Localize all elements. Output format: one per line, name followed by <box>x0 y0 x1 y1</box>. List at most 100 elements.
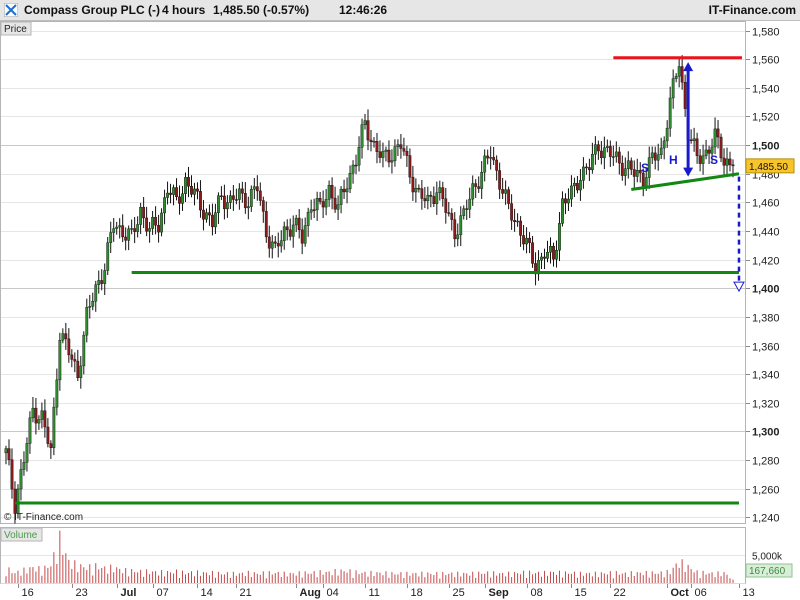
candle-body <box>31 407 35 419</box>
price-tick-label: 1,360 <box>752 342 780 354</box>
candle-body <box>142 206 146 219</box>
candle-body <box>432 196 436 204</box>
price-tick-label: 1,380 <box>752 313 780 325</box>
candle-body <box>426 194 430 202</box>
candle-body <box>549 245 552 253</box>
candle-body <box>543 256 546 259</box>
candle-body <box>118 225 122 228</box>
candle-body <box>106 242 110 271</box>
candle-body <box>513 220 517 222</box>
candle-body <box>602 147 606 158</box>
candle-body <box>492 157 496 161</box>
candle-body <box>671 78 675 99</box>
candle-body <box>211 214 214 228</box>
candle-body <box>579 180 582 191</box>
candle-body <box>617 151 621 164</box>
price-tick-label: 1,500 <box>752 141 780 153</box>
candle-body <box>611 156 615 158</box>
price-tick-label: 1,260 <box>752 485 780 497</box>
candle-body <box>468 198 472 210</box>
time-tick-label: 14 <box>201 587 213 599</box>
candle-body <box>258 190 262 201</box>
last-volume-tag-text: 167,660 <box>749 566 786 577</box>
candle-body <box>692 138 696 141</box>
candle-body <box>459 215 463 236</box>
candle-body <box>483 155 487 173</box>
time-tick-label: Jul <box>121 587 137 599</box>
head-label: H <box>669 153 678 167</box>
right-shoulder-label: S <box>710 153 718 167</box>
time-tick-label: Sep <box>489 587 509 599</box>
candle-body <box>372 141 376 143</box>
candle-body <box>91 301 95 307</box>
candle-body <box>593 144 597 155</box>
left-shoulder-label: S <box>641 161 649 175</box>
candle-body <box>43 410 47 428</box>
candle-body <box>270 241 274 249</box>
candle-body <box>522 235 525 245</box>
candle-body <box>318 198 322 202</box>
candle-body <box>151 216 154 229</box>
candle-body <box>225 202 229 210</box>
candle-body <box>112 228 116 233</box>
candle-body <box>635 169 639 177</box>
candle-body <box>243 193 247 209</box>
candle-body <box>507 189 511 204</box>
candle-body <box>306 211 310 226</box>
time-tick-label: 21 <box>240 587 252 599</box>
candle-body <box>16 488 20 514</box>
candle-body <box>411 176 415 193</box>
candle-body <box>378 151 382 158</box>
price-tick-label: 1,580 <box>752 27 780 39</box>
candle-body <box>100 280 104 284</box>
candle-body <box>79 365 83 379</box>
candle-body <box>7 448 11 460</box>
time-tick-label: 13 <box>743 587 755 599</box>
candle-body <box>222 195 226 210</box>
candle-body <box>354 164 358 167</box>
candle-body <box>390 160 394 163</box>
candle-body <box>282 226 286 241</box>
time-tick-label: 22 <box>614 587 626 599</box>
copyright-text: © IT-Finance.com <box>4 512 83 523</box>
candle-body <box>261 200 265 212</box>
last-price-tag-text: 1,485.50 <box>749 162 788 173</box>
candle-body <box>288 229 292 237</box>
candle-body <box>387 149 391 163</box>
price-tick-label: 1,300 <box>752 427 780 439</box>
candle-body <box>157 225 160 233</box>
candle-body <box>234 199 238 201</box>
candle-body <box>552 245 555 260</box>
candle-body <box>576 182 579 191</box>
candle-body <box>214 212 217 228</box>
candle-body <box>252 186 256 190</box>
candle-body <box>629 160 633 170</box>
candle-body <box>187 177 190 187</box>
candle-body <box>608 146 612 157</box>
candle-body <box>97 280 101 285</box>
time-tick-label: 16 <box>22 587 34 599</box>
price-tick-label: 1,240 <box>752 513 780 525</box>
candle-body <box>285 226 289 231</box>
price-tick-label: 1,400 <box>752 284 780 296</box>
candle-body <box>632 169 636 177</box>
candle-body <box>531 242 534 264</box>
candle-body <box>564 198 567 204</box>
candle-body <box>109 232 113 243</box>
candle-body <box>121 225 125 238</box>
candle-body <box>441 187 445 199</box>
candle-body <box>501 189 505 194</box>
candle-body <box>315 198 319 211</box>
candle-body <box>561 198 564 224</box>
candle-body <box>19 469 23 490</box>
candle-body <box>540 256 543 261</box>
candle-body <box>570 185 573 200</box>
candle-body <box>267 236 271 249</box>
candle-body <box>516 220 519 223</box>
candle-body <box>704 149 708 157</box>
time-tick-label: 23 <box>76 587 88 599</box>
candle-body <box>181 193 184 204</box>
candle-body <box>435 192 439 204</box>
candle-body <box>255 186 259 192</box>
candle-body <box>525 237 528 245</box>
